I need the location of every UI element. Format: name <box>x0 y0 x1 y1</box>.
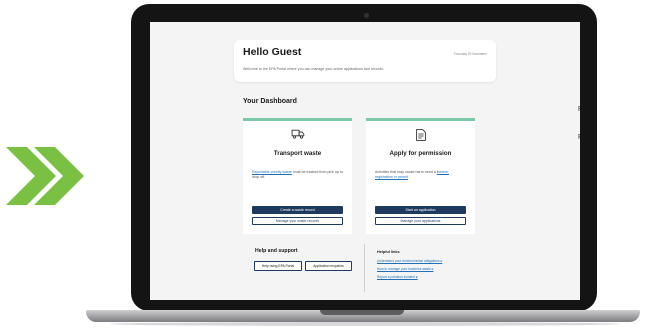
truck-icon <box>291 129 304 139</box>
card-description: Activities that may cause harm need a li… <box>375 170 449 179</box>
dashboard-title: Your Dashboard <box>243 98 297 105</box>
manage-waste-records-button[interactable]: Manage your waste records <box>252 217 343 225</box>
start-application-button[interactable]: Start an application <box>375 206 466 214</box>
manage-applications-button[interactable]: Manage your applications <box>375 217 466 225</box>
transport-waste-card: Transport waste Reportable priority wast… <box>243 118 352 234</box>
helpful-link-obligations[interactable]: Understand your environmental obligation… <box>377 259 442 263</box>
help-support-title: Help and support <box>255 248 298 254</box>
card-title: Transport waste <box>273 150 322 157</box>
welcome-title: Hello Guest <box>243 46 302 58</box>
camera-icon <box>364 13 369 18</box>
priority-waste-link[interactable]: Reportable priority waste <box>252 170 292 174</box>
clipped-side-text: P <box>578 134 580 141</box>
card-title: Apply for permission <box>389 150 452 157</box>
help-epa-portal-button[interactable]: Help using EPA Portal <box>254 261 302 271</box>
welcome-date: Thursday 20 November <box>453 52 487 56</box>
helpful-link-pollution-report[interactable]: Report a pollution incident ▸ <box>377 275 418 279</box>
create-waste-record-button[interactable]: Create a waste record <box>252 206 343 214</box>
laptop-notch <box>320 310 404 315</box>
card-description: Reportable priority waste must be tracke… <box>252 170 343 179</box>
welcome-subtitle: Welcome to the EPA Portal where you can … <box>243 67 384 71</box>
portal-screen: Hello Guest Welcome to the EPA Portal wh… <box>150 22 580 300</box>
helpful-link-business-waste[interactable]: How to manage your business waste ▸ <box>377 267 433 271</box>
helpful-links-title: Helpful links <box>377 250 400 254</box>
apply-permission-card: Apply for permission Activities that may… <box>366 118 475 234</box>
section-divider <box>364 244 365 292</box>
clipped-side-text: R <box>578 106 580 113</box>
double-chevron-right-icon <box>6 147 86 205</box>
document-icon <box>415 129 426 141</box>
application-enquiries-button[interactable]: Application enquiries <box>305 261 352 271</box>
laptop-shadow <box>110 322 620 326</box>
welcome-panel: Hello Guest Welcome to the EPA Portal wh… <box>234 40 496 82</box>
